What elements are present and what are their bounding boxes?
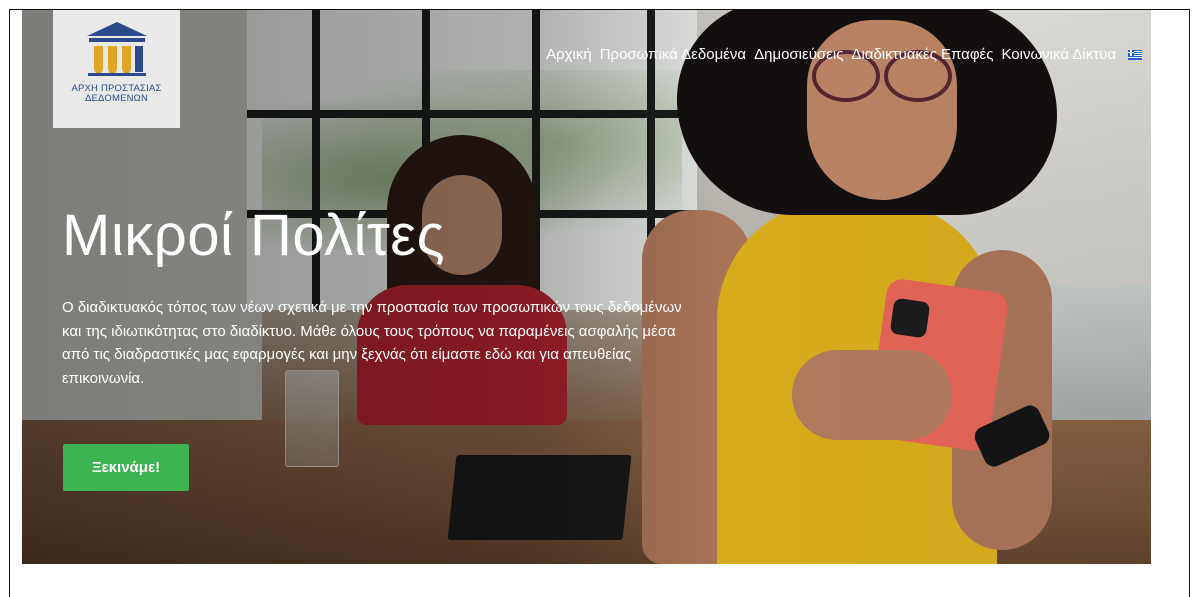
nav-item-publications[interactable]: Δημοσιεύσεις bbox=[754, 46, 843, 63]
page-frame-right bbox=[1189, 9, 1190, 597]
hero-title: Μικροί Πολίτες bbox=[62, 203, 446, 268]
building-columns-logo-icon bbox=[86, 22, 147, 76]
hero-dark-overlay bbox=[22, 10, 1151, 564]
nav-item-social-networks[interactable]: Κοινωνικά Δίκτυα bbox=[1001, 46, 1116, 63]
get-started-button[interactable]: Ξεκινάμε! bbox=[63, 444, 189, 491]
nav-item-personal-data[interactable]: Προσωπικά Δεδομένα bbox=[600, 46, 746, 63]
hero-section: ΑΡΧΗ ΠΡΟΣΤΑΣΙΑΣ ΔΕΔΟΜΕΝΩΝ Αρχική Προσωπι… bbox=[22, 10, 1151, 564]
hero-description: Ο διαδικτυακός τόπος των νέων σχετικά με… bbox=[62, 299, 682, 387]
main-navigation: Αρχική Προσωπικά Δεδομένα Δημοσιεύσεις Δ… bbox=[546, 46, 1142, 63]
page-frame-left bbox=[9, 9, 10, 597]
nav-item-home[interactable]: Αρχική bbox=[546, 46, 592, 63]
greek-flag-icon[interactable] bbox=[1128, 49, 1142, 60]
site-logo[interactable]: ΑΡΧΗ ΠΡΟΣΤΑΣΙΑΣ ΔΕΔΟΜΕΝΩΝ bbox=[53, 10, 180, 128]
logo-text-line2: ΔΕΔΟΜΕΝΩΝ bbox=[84, 93, 149, 104]
nav-item-online-contacts[interactable]: Διαδικτυακές Επαφές bbox=[851, 46, 993, 63]
